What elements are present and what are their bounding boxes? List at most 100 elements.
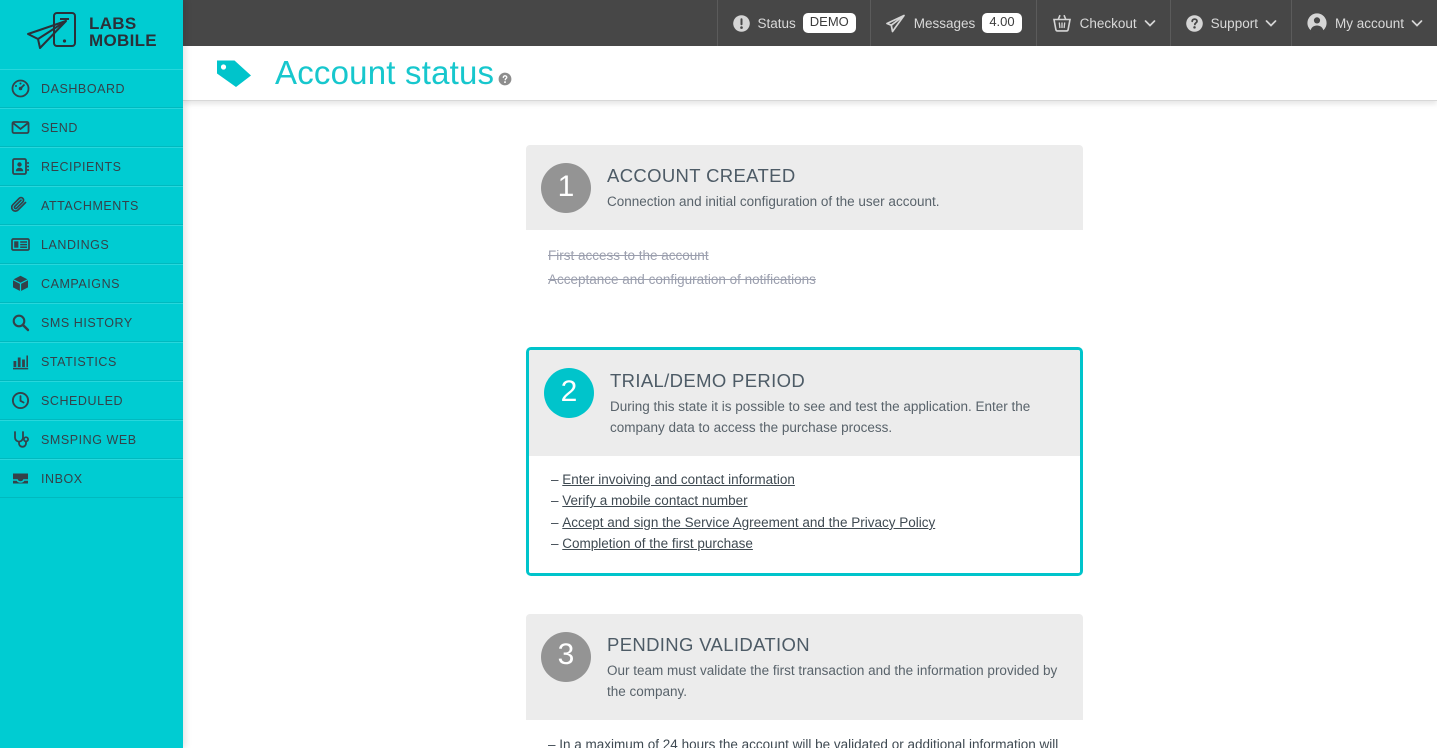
sidebar-item-label: INBOX bbox=[41, 471, 83, 486]
inbox-icon bbox=[11, 469, 30, 488]
step-title: PENDING VALIDATION bbox=[607, 633, 810, 655]
sidebar-item-inbox[interactable]: INBOX bbox=[0, 459, 183, 498]
step-card-header: 1 ACCOUNT CREATED Connection and initial… bbox=[526, 145, 1083, 230]
topbar-messages[interactable]: Messages 4.00 bbox=[869, 0, 1036, 46]
step-description: During this state it is possible to see … bbox=[610, 399, 1031, 435]
sidebar-nav: DASHBOARD SEND RECIPIENTS ATTACHMENTS LA… bbox=[0, 69, 183, 498]
sidebar-item-label: SCHEDULED bbox=[41, 393, 124, 408]
step-item: Acceptance and configuration of notifica… bbox=[548, 269, 1061, 292]
step-card-header-text: ACCOUNT CREATED Connection and initial c… bbox=[607, 163, 939, 213]
sidebar-item-campaigns[interactable]: CAMPAIGNS bbox=[0, 264, 183, 303]
app-root: LABS MOBILE DASHBOARD SEND RECIPIENTS AT… bbox=[0, 0, 1437, 748]
step-card-header-text: TRIAL/DEMO PERIOD During this state it i… bbox=[610, 368, 1058, 439]
step-card-header-text: PENDING VALIDATION Our team must validat… bbox=[607, 632, 1061, 703]
bar-chart-icon bbox=[11, 352, 30, 371]
sidebar-item-smsping-web[interactable]: SMSPING WEB bbox=[0, 420, 183, 459]
tag-icon bbox=[214, 56, 254, 90]
step-item-text: First access to the account bbox=[548, 248, 709, 263]
step-item-text: In a maximum of 24 hours the account wil… bbox=[559, 736, 1059, 748]
step-description: Our team must validate the first transac… bbox=[607, 662, 1058, 699]
step-card-1: 1 ACCOUNT CREATED Connection and initial… bbox=[526, 145, 1083, 310]
step-description: Connection and initial configuration of … bbox=[607, 194, 940, 209]
chevron-down-icon bbox=[1144, 17, 1156, 29]
magnifier-icon bbox=[11, 313, 30, 332]
topbar-my-account-label: My account bbox=[1334, 15, 1404, 31]
brand-logo[interactable]: LABS MOBILE bbox=[0, 0, 183, 58]
step-item-link[interactable]: Verify a mobile contact number bbox=[562, 493, 747, 508]
paper-plane-phone-logo-icon bbox=[26, 10, 80, 54]
gauge-icon bbox=[11, 79, 30, 98]
sidebar-item-recipients[interactable]: RECIPIENTS bbox=[0, 147, 183, 186]
step-title: TRIAL/DEMO PERIOD bbox=[610, 370, 806, 392]
step-card-2: 2 TRIAL/DEMO PERIOD During this state it… bbox=[526, 347, 1083, 576]
step-card-body: First access to the account Acceptance a… bbox=[526, 230, 1083, 310]
step-item: – In a maximum of 24 hours the account w… bbox=[548, 735, 1061, 748]
step-card-header: 2 TRIAL/DEMO PERIOD During this state it… bbox=[529, 350, 1080, 456]
help-circle-icon[interactable] bbox=[498, 56, 512, 86]
sidebar-item-label: RECIPIENTS bbox=[41, 159, 122, 174]
step-number-badge: 3 bbox=[541, 631, 591, 682]
sidebar-item-label: ATTACHMENTS bbox=[41, 198, 139, 213]
topbar: Status DEMO Messages 4.00 Checkout Suppo… bbox=[183, 0, 1437, 46]
sidebar-item-statistics[interactable]: STATISTICS bbox=[0, 342, 183, 381]
paper-plane-icon bbox=[885, 12, 907, 34]
sidebar-item-attachments[interactable]: ATTACHMENTS bbox=[0, 186, 183, 225]
brand-line-1: LABS bbox=[89, 13, 137, 33]
exclamation-circle-icon bbox=[732, 14, 751, 33]
chevron-down-icon bbox=[1411, 17, 1423, 29]
page-title-text: Account status bbox=[275, 54, 495, 91]
sidebar-item-dashboard[interactable]: DASHBOARD bbox=[0, 69, 183, 108]
topbar-checkout[interactable]: Checkout bbox=[1035, 0, 1170, 46]
step-item: First access to the account bbox=[548, 245, 1061, 268]
sidebar-item-label: DASHBOARD bbox=[41, 81, 126, 96]
topbar-status-label: Status bbox=[757, 15, 796, 31]
step-item-link[interactable]: Completion of the first purchase bbox=[562, 536, 753, 551]
sidebar-item-label: LANDINGS bbox=[41, 237, 110, 252]
user-circle-icon bbox=[1306, 12, 1328, 34]
page-header: Account status bbox=[183, 46, 1437, 101]
topbar-status[interactable]: Status DEMO bbox=[716, 0, 870, 46]
page-content: 1 ACCOUNT CREATED Connection and initial… bbox=[183, 101, 1437, 748]
sidebar-item-landings[interactable]: LANDINGS bbox=[0, 225, 183, 264]
sidebar-item-send[interactable]: SEND bbox=[0, 108, 183, 147]
step-item: – Enter invoiving and contact informatio… bbox=[551, 471, 795, 487]
basket-icon bbox=[1051, 12, 1073, 34]
chevron-down-icon bbox=[1265, 17, 1277, 29]
step-card-header: 3 PENDING VALIDATION Our team must valid… bbox=[526, 613, 1083, 720]
status-badge: DEMO bbox=[802, 13, 856, 33]
step-number-badge: 1 bbox=[541, 163, 591, 213]
topbar-support-label: Support bbox=[1210, 15, 1258, 31]
paperclip-icon bbox=[10, 196, 30, 215]
sidebar-item-sms-history[interactable]: SMS HISTORY bbox=[0, 303, 183, 342]
step-item: – Verify a mobile contact number bbox=[551, 493, 748, 509]
sidebar-item-label: STATISTICS bbox=[41, 354, 117, 369]
topbar-my-account[interactable]: My account bbox=[1290, 0, 1437, 46]
sidebar-item-scheduled[interactable]: SCHEDULED bbox=[0, 381, 183, 420]
clock-icon bbox=[11, 391, 30, 410]
brand-line-2: MOBILE bbox=[89, 31, 157, 50]
step-item-link[interactable]: Accept and sign the Service Agreement an… bbox=[562, 515, 935, 530]
step-card-3: 3 PENDING VALIDATION Our team must valid… bbox=[526, 613, 1083, 748]
step-item: – Accept and sign the Service Agreement … bbox=[551, 514, 936, 530]
sidebar: LABS MOBILE DASHBOARD SEND RECIPIENTS AT… bbox=[0, 0, 183, 748]
newspaper-icon bbox=[11, 235, 30, 254]
page-title: Account status bbox=[275, 54, 512, 92]
question-circle-icon bbox=[1185, 14, 1204, 33]
topbar-support[interactable]: Support bbox=[1169, 0, 1291, 46]
box-icon bbox=[11, 274, 30, 293]
address-book-icon bbox=[11, 157, 30, 176]
step-card-body: – Enter invoiving and contact informatio… bbox=[529, 455, 1080, 573]
step-number-badge: 2 bbox=[544, 368, 594, 419]
topbar-messages-label: Messages bbox=[913, 15, 976, 31]
step-item-text: Acceptance and configuration of notifica… bbox=[548, 271, 816, 287]
step-card-body: – In a maximum of 24 hours the account w… bbox=[526, 719, 1083, 748]
envelope-icon bbox=[11, 118, 30, 137]
sidebar-item-label: CAMPAIGNS bbox=[41, 276, 121, 291]
step-item-link[interactable]: Enter invoiving and contact information bbox=[562, 472, 795, 487]
account-status-steps: 1 ACCOUNT CREATED Connection and initial… bbox=[526, 145, 1083, 748]
step-title: ACCOUNT CREATED bbox=[607, 165, 796, 186]
topbar-checkout-label: Checkout bbox=[1079, 15, 1137, 31]
sidebar-item-label: SMS HISTORY bbox=[41, 315, 133, 330]
sidebar-item-label: SEND bbox=[41, 120, 78, 135]
brand-text: LABS MOBILE bbox=[89, 15, 157, 50]
